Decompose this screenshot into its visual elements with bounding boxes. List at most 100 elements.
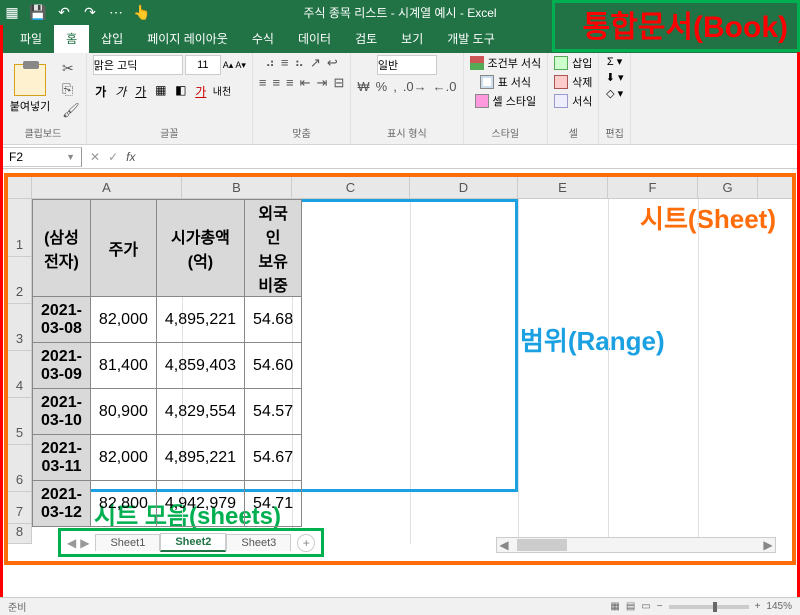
- sheet-tab-3[interactable]: Sheet3: [226, 534, 291, 551]
- font-color-button[interactable]: 가: [193, 83, 209, 100]
- phonetic-button[interactable]: 내천: [213, 83, 231, 100]
- add-sheet-button[interactable]: +: [297, 534, 315, 552]
- percent-icon[interactable]: %: [376, 79, 388, 94]
- border-button[interactable]: ▦: [153, 83, 169, 100]
- copy-icon[interactable]: ⎘: [62, 81, 80, 98]
- insert-cells-button[interactable]: 삽입: [554, 55, 592, 71]
- fx-icon[interactable]: fx: [126, 150, 135, 164]
- qat-more-icon[interactable]: ⋯: [108, 5, 124, 21]
- tab-insert[interactable]: 삽입: [89, 24, 135, 53]
- sheet-tab-2[interactable]: Sheet2: [160, 533, 226, 552]
- row-header-1[interactable]: 1: [8, 199, 32, 257]
- scroll-right-icon[interactable]: ▶: [761, 538, 775, 552]
- tab-dev[interactable]: 개발 도구: [435, 24, 507, 53]
- header-price[interactable]: 주가: [90, 200, 156, 297]
- align-left-icon[interactable]: ≡: [259, 75, 267, 91]
- formula-bar: F2▼ ✕ ✓ fx: [0, 145, 800, 169]
- header-cap[interactable]: 시가총액 (억): [156, 200, 244, 297]
- worksheet-grid[interactable]: A B C D E F G 1 2 3 4 5 6 7 8: [8, 177, 792, 561]
- col-header-b[interactable]: B: [182, 177, 292, 198]
- tab-file[interactable]: 파일: [8, 24, 54, 53]
- row-header-3[interactable]: 3: [8, 304, 32, 351]
- cut-icon[interactable]: ✂: [62, 60, 80, 77]
- orientation-icon[interactable]: ↗: [310, 55, 321, 71]
- col-header-c[interactable]: C: [292, 177, 410, 198]
- name-box[interactable]: F2▼: [2, 147, 82, 167]
- currency-icon[interactable]: ₩: [357, 79, 369, 94]
- align-bottom-icon[interactable]: ⠦: [294, 55, 304, 71]
- save-icon[interactable]: 💾: [30, 5, 46, 21]
- tab-view[interactable]: 보기: [389, 24, 435, 53]
- align-center-icon[interactable]: ≡: [272, 75, 280, 91]
- fill-button[interactable]: ⬇ ▾: [606, 71, 624, 84]
- select-all-corner[interactable]: [8, 177, 32, 198]
- row-header-4[interactable]: 4: [8, 351, 32, 398]
- merge-icon[interactable]: ⊟: [333, 75, 344, 91]
- comma-icon[interactable]: ,: [393, 79, 397, 94]
- number-format-select[interactable]: [377, 55, 437, 75]
- indent-inc-icon[interactable]: ⇥: [317, 75, 328, 91]
- align-right-icon[interactable]: ≡: [286, 75, 294, 91]
- tab-review[interactable]: 검토: [343, 24, 389, 53]
- autosum-button[interactable]: Σ ▾: [607, 55, 622, 68]
- formula-input[interactable]: [141, 147, 800, 167]
- align-top-icon[interactable]: ⠴: [265, 55, 275, 71]
- col-header-d[interactable]: D: [410, 177, 518, 198]
- view-pagebreak-icon[interactable]: ▭: [641, 601, 650, 612]
- cond-format-button[interactable]: 조건부 서식: [470, 55, 542, 71]
- window-title: 주식 종목 리스트 - 시계열 예시 - Excel: [303, 4, 496, 21]
- redo-icon[interactable]: ↷: [82, 5, 98, 21]
- col-header-g[interactable]: G: [698, 177, 758, 198]
- cancel-formula-icon[interactable]: ✕: [90, 150, 100, 164]
- format-cells-button[interactable]: 서식: [554, 93, 592, 109]
- format-painter-icon[interactable]: 🖌: [62, 102, 80, 119]
- view-normal-icon[interactable]: ▦: [610, 601, 619, 612]
- row-header-5[interactable]: 5: [8, 398, 32, 445]
- row-header-2[interactable]: 2: [8, 257, 32, 304]
- touch-mode-icon[interactable]: 👆: [134, 5, 150, 21]
- view-layout-icon[interactable]: ▤: [626, 601, 635, 612]
- col-header-a[interactable]: A: [32, 177, 182, 198]
- zoom-level[interactable]: 145%: [766, 601, 792, 612]
- tab-home[interactable]: 홈: [54, 24, 89, 53]
- row-header-7[interactable]: 7: [8, 492, 32, 524]
- paste-button[interactable]: 붙여넣기: [6, 64, 54, 114]
- tab-layout[interactable]: 페이지 레이아웃: [135, 24, 240, 53]
- enter-formula-icon[interactable]: ✓: [108, 150, 118, 164]
- zoom-out-icon[interactable]: −: [657, 601, 663, 612]
- scroll-thumb[interactable]: [517, 539, 567, 551]
- tab-formula[interactable]: 수식: [240, 24, 286, 53]
- font-size-select[interactable]: [185, 55, 221, 75]
- col-header-f[interactable]: F: [608, 177, 698, 198]
- zoom-slider[interactable]: [669, 605, 749, 609]
- sheet-tab-1[interactable]: Sheet1: [95, 534, 160, 551]
- row-header-8[interactable]: 8: [8, 524, 32, 544]
- inc-decimal-icon[interactable]: .0→: [403, 79, 427, 94]
- indent-dec-icon[interactable]: ⇤: [300, 75, 311, 91]
- table-format-button[interactable]: 표 서식: [480, 74, 531, 90]
- decrease-font-icon[interactable]: A▾: [235, 60, 246, 71]
- font-name-select[interactable]: [93, 55, 183, 75]
- clear-button[interactable]: ◇ ▾: [606, 87, 623, 100]
- cell-style-button[interactable]: 셀 스타일: [475, 93, 537, 109]
- horizontal-scrollbar[interactable]: ◀ ▶: [496, 537, 776, 553]
- col-header-e[interactable]: E: [518, 177, 608, 198]
- delete-cells-button[interactable]: 삭제: [554, 74, 592, 90]
- increase-font-icon[interactable]: A▴: [223, 60, 234, 71]
- scroll-left-icon[interactable]: ◀: [497, 538, 511, 552]
- header-foreign[interactable]: 외국인 보유비중: [245, 200, 302, 297]
- row-header-6[interactable]: 6: [8, 445, 32, 492]
- fill-color-button[interactable]: ◧: [173, 83, 189, 100]
- italic-button[interactable]: 가: [113, 83, 129, 100]
- align-middle-icon[interactable]: ≡: [281, 55, 289, 71]
- sheet-nav-prev-icon[interactable]: ◀: [67, 536, 76, 550]
- undo-icon[interactable]: ↶: [56, 5, 72, 21]
- sheet-nav-next-icon[interactable]: ▶: [80, 536, 89, 550]
- zoom-in-icon[interactable]: +: [755, 601, 761, 612]
- bold-button[interactable]: 가: [93, 83, 109, 100]
- header-name[interactable]: (삼성전자): [33, 200, 91, 297]
- wrap-text-icon[interactable]: ↩: [327, 55, 338, 71]
- underline-button[interactable]: 가: [133, 83, 149, 100]
- dec-decimal-icon[interactable]: ←.0: [433, 79, 457, 94]
- tab-data[interactable]: 데이터: [286, 24, 343, 53]
